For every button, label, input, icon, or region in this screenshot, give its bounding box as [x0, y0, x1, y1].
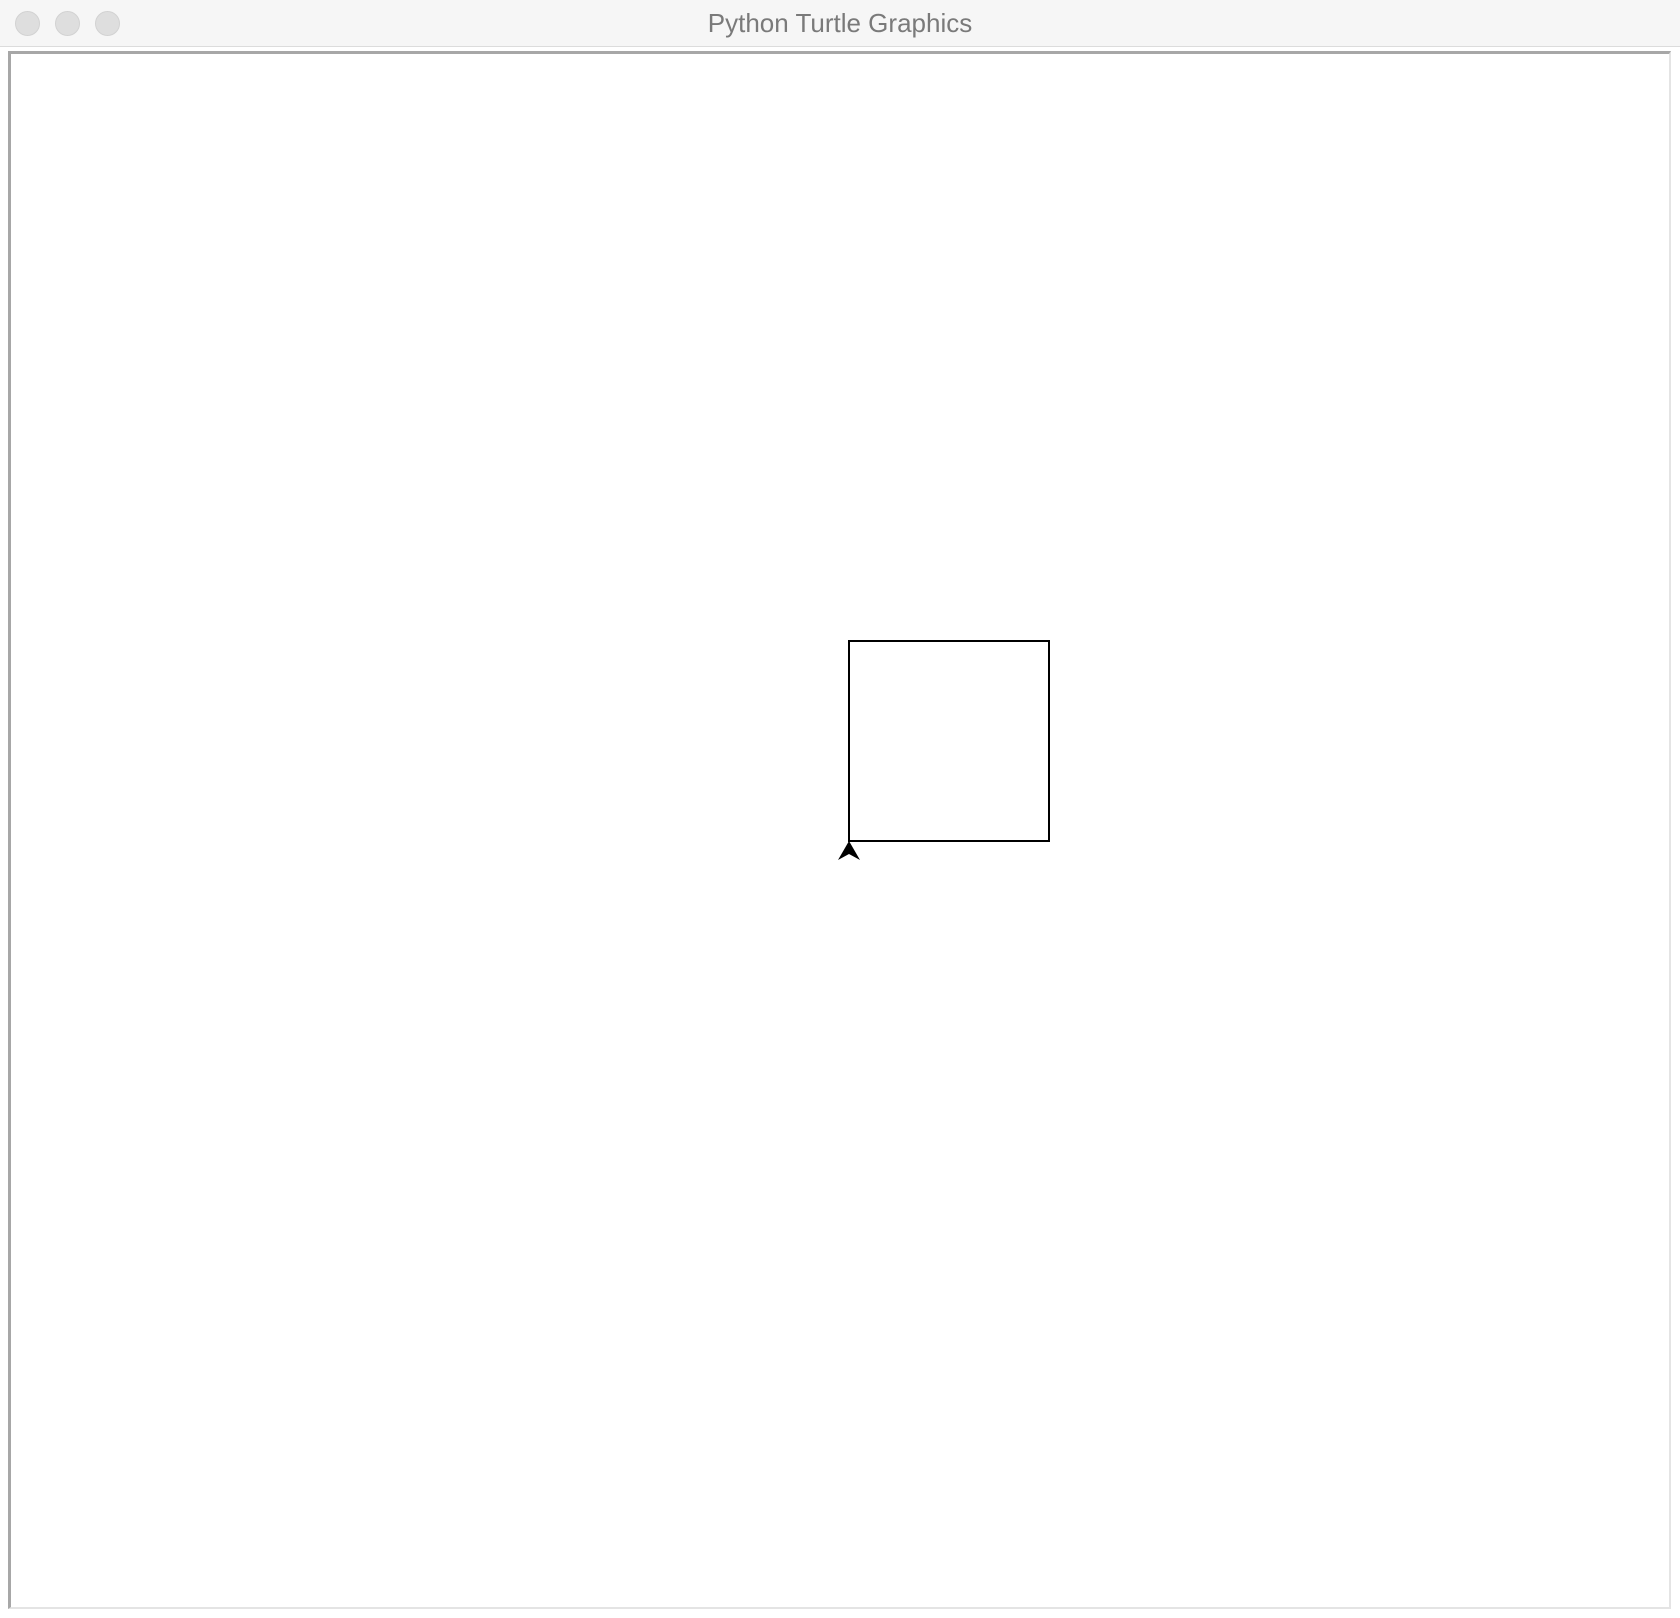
turtle-window: Python Turtle Graphics	[0, 0, 1680, 1618]
drawn-square	[848, 640, 1050, 842]
turtle-drawing	[838, 640, 1050, 860]
turtle-cursor-icon	[838, 841, 860, 860]
